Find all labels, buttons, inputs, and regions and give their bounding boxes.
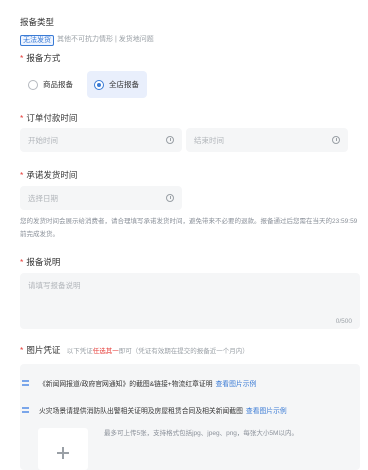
radio-store-report-label: 全店报备 [109,80,139,89]
ship-date-placeholder: 选择日期 [28,193,58,203]
image-voucher-label: * 图片凭证 以下凭证任选其一即可（凭证有效期在提交的报备近一个月内） [20,344,249,356]
view-example-link-2[interactable]: 查看图片示例 [246,405,287,415]
end-time-placeholder: 结束时间 [194,135,224,145]
report-desc-label-text: 报备说明 [26,257,61,267]
document-icon [22,407,29,413]
clock-icon [332,136,340,144]
radio-store-report[interactable]: 全店报备 [87,71,147,98]
image-upload-button[interactable] [38,428,88,470]
radio-product-report-label: 商品报备 [43,80,73,89]
char-counter: 0/500 [335,318,352,325]
report-type-selected-tag[interactable]: 无法发货 [20,35,54,46]
start-time-placeholder: 开始时间 [28,135,58,145]
radio-circle-icon [28,79,38,90]
report-desc-label: * 报备说明 [20,256,60,268]
end-time-input[interactable]: 结束时间 [186,128,348,152]
start-time-input[interactable]: 开始时间 [20,128,182,152]
report-type-others: 其他不可抗力情形 | 发货地问题 [57,36,154,43]
clock-icon [166,136,174,144]
required-mark: * [20,113,24,123]
report-method-label-text: 报备方式 [26,53,61,63]
required-mark: * [20,53,24,63]
ship-time-help-text: 您的发货时间会展示给消费者，请合理填写承诺发货时间，避免带来不必要的退款。报备通… [20,218,358,238]
required-mark: * [20,345,24,355]
required-mark: * [20,257,24,267]
order-paid-time-label: * 订单付款时间 [20,112,77,124]
report-type-label: 报备类型 [20,17,55,27]
report-method-label: * 报备方式 [20,52,60,64]
plus-icon-stroke [62,446,64,459]
voucher-hint-emphasis: 任选其一 [92,348,119,355]
upload-tip: 最多可上传5张，支持格式包括jpg、jpeg、png，每张大小5M以内。 [104,430,298,437]
promised-ship-time-label: * 承诺发货时间 [20,169,77,181]
voucher-option-1: 《新闻网报道/政府官网通知》的截图&链接+物流红章证明 查看图片示例 [22,378,256,388]
ship-date-input[interactable]: 选择日期 [20,186,182,210]
report-desc-placeholder: 请填写报备说明 [28,281,81,290]
voucher-hint-prefix: 以下凭证 [66,348,93,355]
voucher-hint-suffix: 即可（凭证有效期在提交的报备近一个月内） [118,348,249,355]
document-icon [22,380,29,386]
voucher-option-1-text: 《新闻网报道/政府官网通知》的截图&链接+物流红章证明 [39,381,213,388]
image-voucher-label-text: 图片凭证 [26,345,61,355]
view-example-link-1[interactable]: 查看图片示例 [216,378,257,388]
voucher-option-2: 火灾场景请提供消防队出警相关证明及房屋租赁合同及相关新闻截图 查看图片示例 [22,405,287,415]
voucher-option-2-text: 火灾场景请提供消防队出警相关证明及房屋租赁合同及相关新闻截图 [39,408,243,415]
radio-product-report[interactable]: 商品报备 [20,71,82,98]
radio-checked-icon [94,79,104,90]
order-paid-time-label-text: 订单付款时间 [26,113,78,123]
promised-ship-time-label-text: 承诺发货时间 [26,170,78,180]
report-desc-textarea[interactable]: 请填写报备说明 0/500 [20,273,360,329]
clock-icon [166,194,174,202]
required-mark: * [20,170,24,180]
